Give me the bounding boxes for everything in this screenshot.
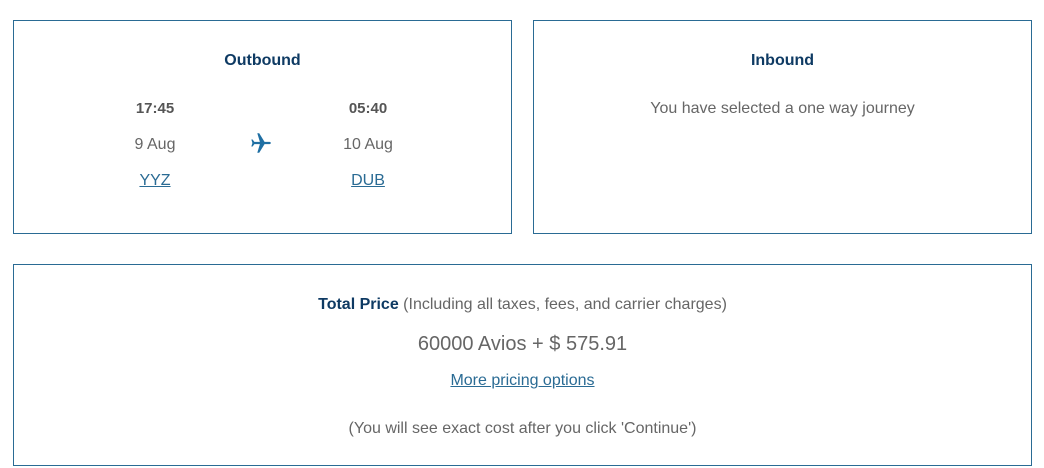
continue-cost-note: (You will see exact cost after you click…: [348, 420, 697, 437]
pricing-link-container: More pricing options: [14, 372, 1031, 390]
total-price-label: Total Price: [318, 296, 399, 313]
more-pricing-options-link[interactable]: More pricing options: [450, 372, 594, 389]
inbound-panel: Inbound You have selected a one way jour…: [533, 20, 1032, 234]
airplane-icon: [251, 133, 271, 153]
total-price-note: (Including all taxes, fees, and carrier …: [398, 296, 727, 313]
total-price-panel: Total Price (Including all taxes, fees, …: [13, 264, 1032, 466]
outbound-title: Outbound: [224, 52, 301, 69]
arrival-time: 05:40: [348, 100, 388, 117]
departure-airport-link[interactable]: YYZ: [95, 172, 215, 190]
outbound-panel: Outbound 17:45 9 Aug YYZ 05:40 10 Aug DU…: [13, 20, 512, 234]
one-way-message: You have selected a one way journey: [650, 100, 915, 117]
departure-date: 9 Aug: [134, 136, 176, 153]
arrival-airport-link[interactable]: DUB: [308, 172, 428, 190]
total-price-heading: Total Price (Including all taxes, fees, …: [14, 296, 1031, 314]
arrival-date: 10 Aug: [343, 136, 393, 153]
inbound-title: Inbound: [750, 52, 815, 69]
price-amount: 60000 Avios + $ 575.91: [417, 333, 628, 355]
departure-time: 17:45: [135, 100, 175, 117]
